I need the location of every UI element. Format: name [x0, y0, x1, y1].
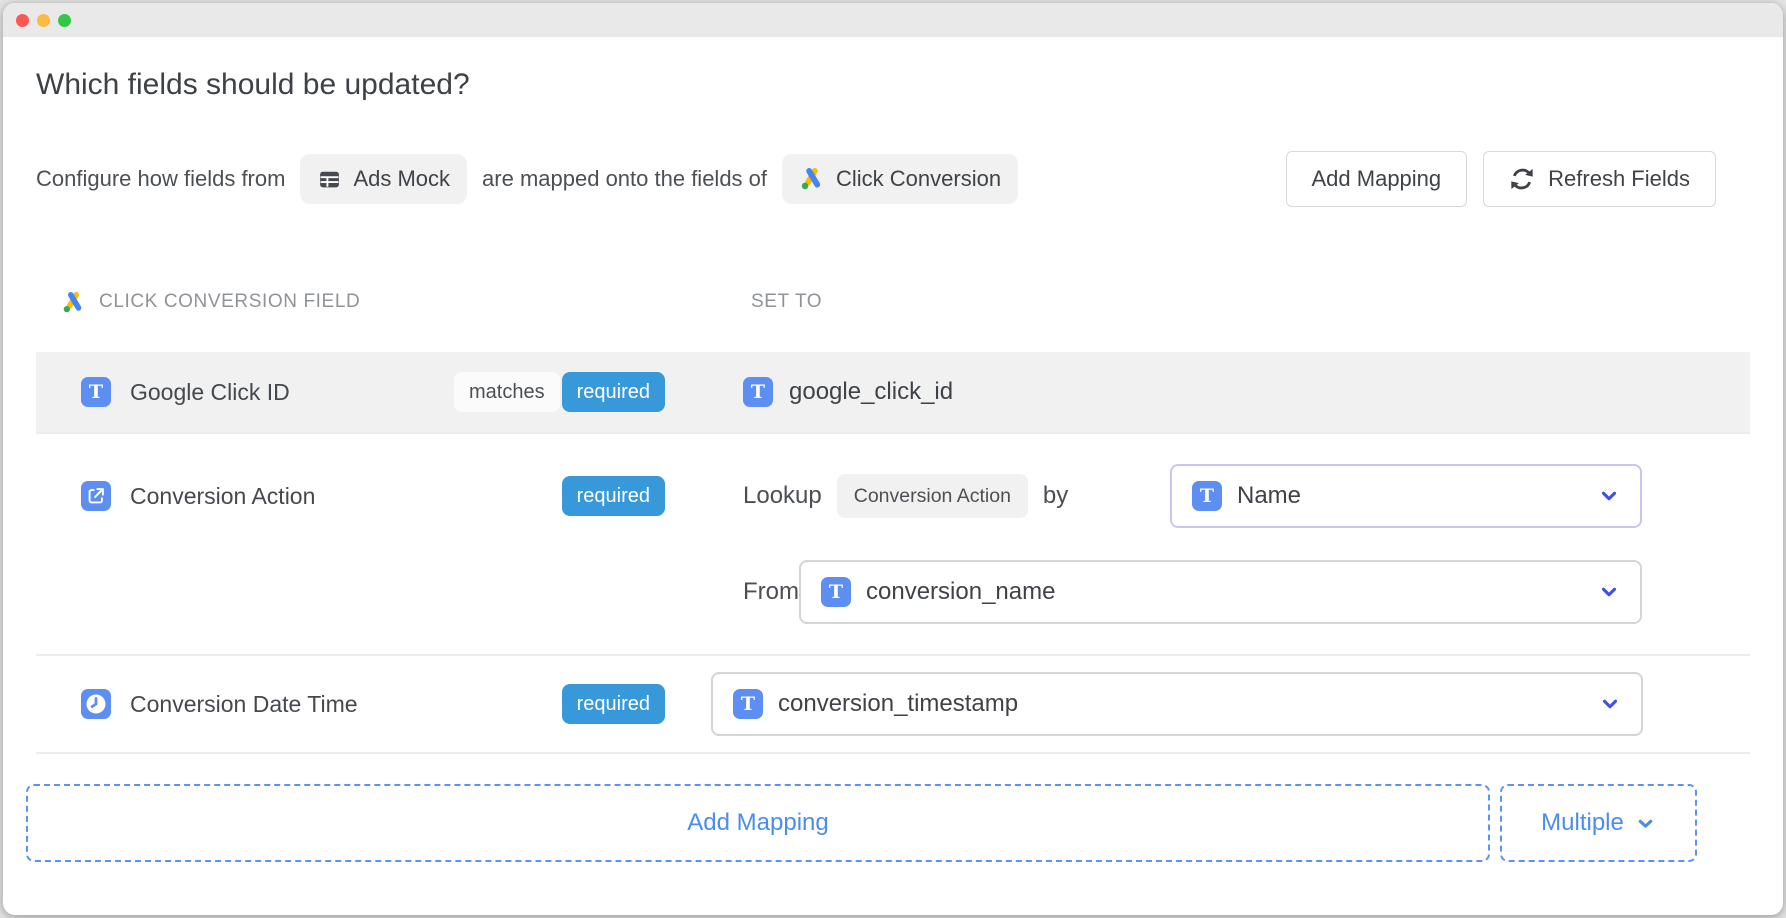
by-label: by	[1043, 482, 1068, 510]
lookup-line: Lookup Conversion Action by T Name	[743, 463, 1755, 529]
text-field-icon: T	[821, 577, 851, 607]
text-field-icon: T	[743, 377, 773, 407]
text-field-glyph: T	[741, 695, 755, 714]
matches-badge: matches	[454, 372, 560, 412]
google-ads-icon	[61, 290, 86, 315]
field-column-header: CLICK CONVERSION FIELD	[36, 290, 743, 315]
app-window: Which fields should be updated? Configur…	[3, 3, 1783, 915]
chevron-down-icon	[1599, 693, 1621, 715]
text-field-glyph: T	[829, 583, 843, 602]
required-badge: required	[562, 372, 665, 412]
zoom-button[interactable]	[58, 14, 71, 27]
refresh-icon	[1509, 166, 1535, 192]
close-button[interactable]	[16, 14, 29, 27]
table-header: CLICK CONVERSION FIELD SET TO	[36, 285, 1750, 319]
target-chip-label: Click Conversion	[836, 166, 1001, 192]
dropdown-value: conversion_timestamp	[778, 690, 1599, 718]
mapping-row-conversion-date-time: Conversion Date Time required T conversi…	[36, 654, 1750, 754]
lookup-from-dropdown[interactable]: T conversion_name	[799, 560, 1642, 624]
text-field-glyph: T	[751, 383, 765, 402]
set-to-column-header: SET TO	[743, 291, 822, 313]
text-field-icon: T	[733, 689, 763, 719]
clock-icon	[81, 689, 111, 719]
chevron-down-icon	[1635, 813, 1656, 834]
external-link-icon	[81, 481, 111, 511]
multiple-dropdown-button[interactable]: Multiple	[1500, 784, 1697, 862]
badge-group: required	[562, 476, 665, 516]
field-label: Conversion Action	[130, 483, 315, 510]
minimize-button[interactable]	[37, 14, 50, 27]
mapping-row-google-click-id: T Google Click ID matches required T goo…	[36, 352, 1750, 432]
set-to-dropdown[interactable]: T conversion_timestamp	[711, 672, 1643, 736]
required-badge: required	[562, 684, 665, 724]
refresh-fields-button-label: Refresh Fields	[1548, 166, 1690, 192]
field-cell: Conversion Date Time required	[36, 684, 743, 724]
field-cell: Conversion Action required	[36, 463, 743, 529]
set-to-cell: T conversion_timestamp	[743, 672, 1756, 736]
set-to-cell: T google_click_id	[743, 377, 1750, 407]
google-ads-icon	[799, 166, 825, 192]
titlebar	[3, 3, 1783, 37]
field-cell: T Google Click ID matches required	[36, 372, 743, 412]
source-chip-label: Ads Mock	[353, 166, 450, 192]
configure-sentence: Configure how fields from Ads Mock are m…	[36, 154, 1018, 204]
table-icon	[317, 167, 342, 192]
add-mapping-button[interactable]: Add Mapping	[1286, 151, 1468, 207]
target-chip: Click Conversion	[782, 154, 1018, 204]
dropdown-value: conversion_name	[866, 578, 1598, 606]
add-mapping-button-label: Add Mapping	[1312, 166, 1442, 192]
text-field-icon: T	[1192, 481, 1222, 511]
dropdown-value: Name	[1237, 482, 1598, 510]
from-line: From T conversion_name	[743, 559, 1755, 625]
lookup-entity-chip: Conversion Action	[837, 474, 1028, 518]
text-field-icon: T	[81, 377, 111, 407]
badge-group: matches required	[454, 372, 665, 412]
badge-group: required	[562, 684, 665, 724]
field-label: Google Click ID	[130, 379, 290, 406]
add-mapping-dashed-label: Add Mapping	[687, 809, 828, 837]
chevron-down-icon	[1598, 485, 1620, 507]
page-title: Which fields should be updated?	[36, 68, 1750, 102]
toolbar-actions: Add Mapping Refresh Fields	[1286, 151, 1717, 207]
toolbar: Configure how fields from Ads Mock are m…	[36, 151, 1750, 207]
field-label: Conversion Date Time	[130, 691, 358, 718]
set-to-value: google_click_id	[789, 378, 953, 406]
source-chip: Ads Mock	[300, 154, 467, 204]
set-to-cell: Lookup Conversion Action by T Name From …	[743, 463, 1755, 625]
lookup-by-dropdown[interactable]: T Name	[1170, 464, 1642, 528]
required-badge: required	[562, 476, 665, 516]
configure-text-middle: are mapped onto the fields of	[482, 166, 767, 192]
chevron-down-icon	[1598, 581, 1620, 603]
add-mapping-dashed-button[interactable]: Add Mapping	[26, 784, 1490, 862]
refresh-fields-button[interactable]: Refresh Fields	[1483, 151, 1716, 207]
mapping-row-conversion-action: Conversion Action required Lookup Conver…	[36, 432, 1750, 654]
footer-actions: Add Mapping Multiple	[36, 784, 1750, 862]
field-column-header-label: CLICK CONVERSION FIELD	[99, 291, 360, 313]
text-field-glyph: T	[89, 383, 103, 402]
multiple-label: Multiple	[1541, 809, 1624, 837]
configure-text-before: Configure how fields from	[36, 166, 285, 192]
text-field-glyph: T	[1200, 487, 1214, 506]
from-label: From	[743, 578, 799, 606]
lookup-label: Lookup	[743, 482, 822, 510]
